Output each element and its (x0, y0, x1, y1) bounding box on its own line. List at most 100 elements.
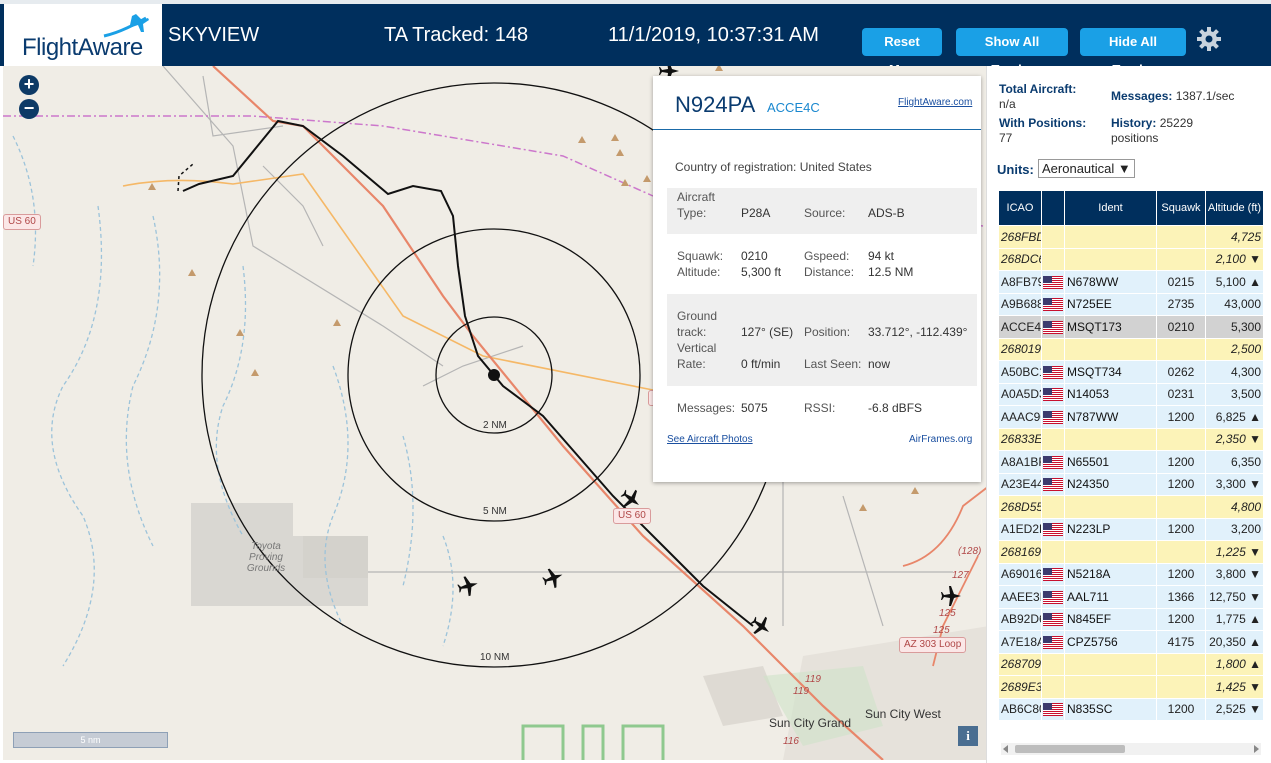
col-icao[interactable]: ICAO (998, 190, 1042, 226)
row-icao: A9B688 (998, 292, 1042, 316)
map-scale-bar: 5 nm (13, 732, 168, 748)
row-icao: A50BC1 (998, 360, 1042, 384)
scrollbar-thumb[interactable] (1015, 745, 1125, 753)
table-row[interactable]: 268169 1,225 ▼ (998, 540, 1264, 564)
row-flag (1041, 585, 1065, 609)
popup-ident: N924PA (675, 92, 756, 117)
zoom-in-button[interactable]: + (19, 75, 39, 95)
table-row[interactable]: A50BC1 MSQT734 0262 4,300 (998, 360, 1264, 384)
gspeed-value: 94 kt (868, 249, 895, 263)
row-flag (1041, 427, 1065, 451)
row-altitude: 3,300 ▼ (1205, 472, 1264, 496)
ring-label-2nm: 2 NM (483, 420, 507, 431)
history-stat: History: 25229 (1111, 116, 1194, 130)
hide-all-tracks-button[interactable]: Hide All Tracks (1080, 28, 1186, 77)
gear-icon[interactable] (1196, 26, 1222, 52)
receiver-site-marker (488, 369, 500, 381)
table-row[interactable]: A69016 N5218A 1200 3,800 ▼ (998, 562, 1264, 586)
row-ident (1064, 540, 1157, 564)
row-altitude: 1,225 ▼ (1205, 540, 1264, 564)
units-dropdown[interactable]: Aeronautical ▼ (1038, 159, 1135, 178)
table-row[interactable]: 268D55 4,800 (998, 495, 1264, 519)
distance-value: 12.5 NM (868, 265, 914, 279)
zoom-out-button[interactable]: − (19, 99, 39, 119)
ground-track-label-1: Ground (677, 309, 718, 323)
col-flag[interactable] (1041, 190, 1065, 226)
row-altitude: 4,800 (1205, 495, 1264, 519)
row-flag (1041, 472, 1065, 496)
row-squawk: 1200 (1156, 472, 1206, 496)
toyota-proving-grounds-label: Toyota Proving Grounds (246, 541, 286, 574)
us-flag-icon (1043, 320, 1063, 334)
flightaware-logo[interactable]: FlightAware (4, 4, 162, 66)
table-row[interactable]: AB6C80 N835SC 1200 2,525 ▼ (998, 697, 1264, 721)
reset-map-button[interactable]: Reset Map (862, 28, 942, 77)
table-row[interactable]: A1ED2E N223LP12003,200 (998, 517, 1264, 541)
table-row[interactable]: 268FBD 4,725 (998, 225, 1264, 249)
row-icao: 26833E (998, 427, 1042, 451)
table-row[interactable]: 26833E 2,350 ▼ (998, 427, 1264, 451)
ring-label-5nm: 5 NM (483, 506, 507, 517)
row-icao: A69016 (998, 562, 1042, 586)
scroll-right-arrow[interactable] (1254, 745, 1259, 753)
table-row[interactable]: A8FB79 N678WW 0215 5,100 ▲ (998, 270, 1264, 294)
popup-hex[interactable]: ACCE4C (767, 100, 820, 115)
source-label: Source: (804, 206, 846, 220)
gspeed-label: Gspeed: (804, 249, 850, 263)
altitude-label: Altitude: (677, 265, 721, 279)
table-row[interactable]: A23E44 N24350 1200 3,300 ▼ (998, 472, 1264, 496)
row-ident: N65501 (1064, 450, 1157, 474)
table-row[interactable]: A0A5D3 N14053 0231 3,500 (998, 382, 1264, 406)
col-squawk[interactable]: Squawk (1156, 190, 1206, 226)
scroll-left-arrow[interactable] (1003, 745, 1008, 753)
table-row[interactable]: 268019 2,500 (998, 337, 1264, 361)
horizontal-scrollbar[interactable] (1001, 743, 1261, 755)
row-flag (1041, 562, 1065, 586)
table-row[interactable]: AB92D6 N845EF 1200 1,775 ▲ (998, 607, 1264, 631)
table-row[interactable]: A7E18A CPZ5756 4175 20,350 ▲ (998, 630, 1264, 654)
last-seen-value: now (868, 357, 891, 371)
with-positions-label: With Positions: (999, 116, 1087, 130)
row-flag (1041, 270, 1065, 294)
table-row[interactable]: ACCE4C MSQT17302105,300 (998, 315, 1264, 339)
row-altitude: 6,350 (1205, 450, 1264, 474)
town-sun-city-grand: Sun City Grand (769, 716, 852, 730)
row-flag (1041, 315, 1065, 339)
row-squawk: 1200 (1156, 517, 1206, 541)
altitude-value: 5,300 ft (741, 265, 782, 279)
position-label: Position: (804, 325, 851, 339)
row-ident: N725EE (1064, 292, 1157, 316)
table-row[interactable]: AAEE3B AAL711136612,750 ▼ (998, 585, 1264, 609)
table-row[interactable]: A8A1BF N65501 1200 6,350 (998, 450, 1264, 474)
table-row[interactable]: 268709 1,800 ▲ (998, 652, 1264, 676)
row-icao: 268DC6 (998, 247, 1042, 271)
row-ident: MSQT173 (1064, 315, 1157, 339)
row-ident: N5218A (1064, 562, 1157, 586)
row-flag (1041, 675, 1065, 699)
aircraft-type-label-2: Type: (677, 206, 707, 220)
ring-label-10nm: 10 NM (480, 652, 510, 663)
map-info-button[interactable]: i (958, 726, 978, 746)
row-flag (1041, 697, 1065, 721)
airframes-link[interactable]: AirFrames.org (909, 434, 972, 445)
col-altitude[interactable]: Altitude (ft) (1205, 190, 1264, 226)
table-row[interactable]: 268DC6 2,100 ▼ (998, 247, 1264, 271)
row-ident: N223LP (1064, 517, 1157, 541)
col-ident[interactable]: Ident (1064, 190, 1157, 226)
route-119b: 119 (793, 686, 809, 697)
show-all-tracks-button[interactable]: Show All Tracks (956, 28, 1068, 77)
table-row[interactable]: 2689E3 1,425 ▼ (998, 675, 1264, 699)
row-flag (1041, 247, 1065, 271)
row-flag (1041, 405, 1065, 429)
see-aircraft-photos-link[interactable]: See Aircraft Photos (667, 434, 753, 445)
table-row[interactable]: A9B688 N725EE 2735 43,000 (998, 292, 1264, 316)
table-row[interactable]: AAAC90 N787WW12006,825 ▲ (998, 405, 1264, 429)
row-icao: 268169 (998, 540, 1042, 564)
row-flag (1041, 360, 1065, 384)
row-flag (1041, 382, 1065, 406)
history-unit: positions (1111, 131, 1159, 145)
flightaware-link[interactable]: FlightAware.com (898, 97, 972, 108)
messages-stat: Messages: 1387.1/sec (1111, 89, 1235, 103)
row-ident (1064, 247, 1157, 271)
town-sun-city-west: Sun City West (865, 707, 941, 721)
